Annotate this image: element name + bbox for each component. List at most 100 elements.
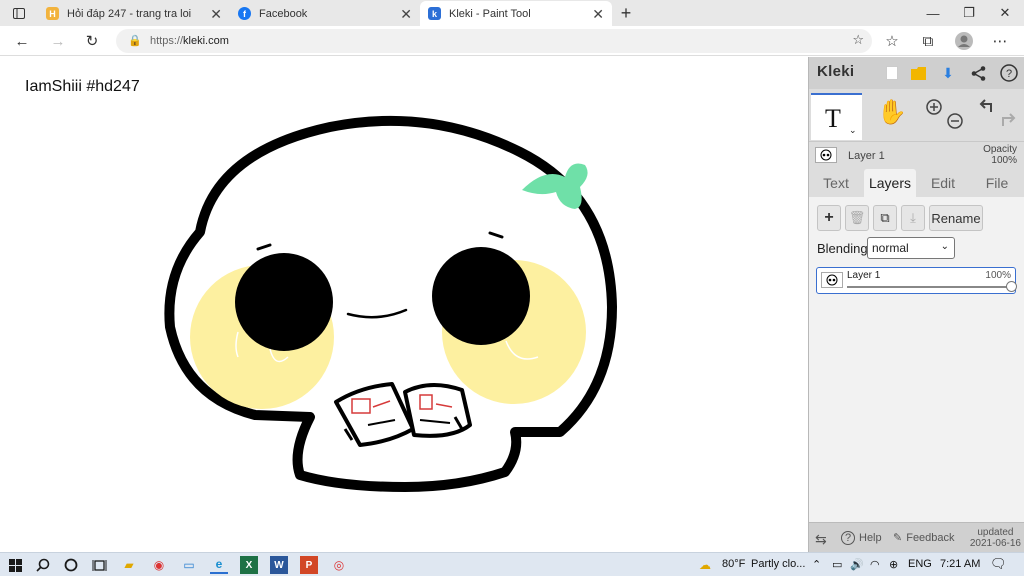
canvas-drawing bbox=[164, 115, 617, 492]
powerpoint-icon[interactable]: P bbox=[300, 556, 318, 574]
url-prefix: https:// bbox=[150, 35, 184, 47]
new-image-icon[interactable] bbox=[881, 63, 903, 83]
feedback-link[interactable]: ✎ Feedback bbox=[893, 531, 955, 545]
drawing-canvas[interactable]: IamShiii #hd247 bbox=[0, 57, 808, 552]
zoom-tools bbox=[925, 98, 967, 135]
monitor-app-icon[interactable]: ▭ bbox=[180, 556, 198, 574]
layer-list-item[interactable]: Layer 1 100% bbox=[816, 267, 1017, 294]
weather-icon[interactable]: ☁ bbox=[696, 556, 714, 574]
restore-icon[interactable]: ❐ bbox=[958, 4, 980, 22]
help-label: Help bbox=[859, 532, 882, 544]
tab-text[interactable]: Text bbox=[813, 169, 859, 197]
tab-file[interactable]: File bbox=[973, 169, 1021, 197]
battery-icon[interactable]: ▭ bbox=[832, 558, 842, 571]
sidebar-tabs: Text Layers Edit File bbox=[809, 169, 1024, 197]
close-icon[interactable]: ✕ bbox=[210, 6, 222, 23]
undo-icon bbox=[979, 99, 992, 112]
text-tool-button[interactable]: T ⌄ bbox=[811, 93, 862, 140]
lock-icon: 🔒 bbox=[128, 35, 142, 47]
more-menu-icon[interactable]: ⋯ bbox=[990, 31, 1010, 51]
tab-layers[interactable]: Layers bbox=[864, 169, 916, 197]
language-indicator[interactable]: ENG bbox=[908, 558, 932, 570]
weather-temp[interactable]: 80°F bbox=[722, 558, 745, 570]
close-icon[interactable]: ✕ bbox=[400, 6, 412, 23]
search-icon[interactable] bbox=[34, 556, 52, 574]
tab-actions-icon[interactable] bbox=[8, 4, 30, 22]
blending-select[interactable]: normal ⌄ bbox=[867, 237, 955, 259]
browser-nav-bar: ← → ↻ 🔒 https://kleki.com ☆ ☆ ⧉ ⋯ bbox=[0, 26, 1024, 56]
tab-edit[interactable]: Edit bbox=[921, 169, 965, 197]
download-icon[interactable]: ⬇ bbox=[937, 63, 959, 83]
add-favorite-icon[interactable]: ☆ bbox=[852, 32, 864, 48]
new-tab-icon[interactable]: + bbox=[615, 3, 637, 23]
forward-icon[interactable]: → bbox=[48, 31, 68, 51]
redo-icon bbox=[1002, 113, 1016, 126]
kleki-logo[interactable]: Kleki bbox=[817, 63, 854, 80]
network-icon[interactable]: ⊕ bbox=[889, 558, 898, 571]
layer-preview-row: Layer 1 Opacity 100% bbox=[809, 141, 1024, 169]
layer-opacity-slider[interactable] bbox=[847, 281, 1017, 292]
add-layer-button[interactable]: + bbox=[817, 205, 841, 231]
preview-opacity: Opacity 100% bbox=[983, 144, 1017, 166]
notifications-icon[interactable]: 🗨 bbox=[990, 556, 1007, 572]
hand-tool-icon[interactable]: ✋ bbox=[877, 98, 907, 127]
kleki-sidebar: Kleki ⬇ ? T ⌄ ✋ Layer 1 Opacity 100% Tex… bbox=[808, 57, 1024, 552]
tab-kleki[interactable]: k Kleki - Paint Tool ✕ bbox=[420, 1, 612, 26]
close-window-icon[interactable]: ✕ bbox=[994, 4, 1016, 22]
profile-avatar-icon[interactable] bbox=[954, 31, 974, 51]
help-icon[interactable]: ? bbox=[998, 63, 1020, 83]
windows-start-icon[interactable] bbox=[6, 556, 24, 574]
address-bar[interactable]: 🔒 https://kleki.com ☆ bbox=[116, 29, 872, 53]
chevron-up-icon[interactable]: ⌃ bbox=[812, 558, 821, 571]
blending-label: Blending bbox=[817, 241, 868, 256]
file-explorer-icon[interactable]: ▰ bbox=[120, 556, 138, 574]
tab-facebook[interactable]: f Facebook ✕ bbox=[230, 1, 420, 26]
delete-layer-button[interactable]: 🗑 bbox=[845, 205, 869, 231]
browser-tab-bar: H Hỏi đáp 247 - trang tra loi ✕ f Facebo… bbox=[0, 0, 1024, 26]
swap-side-icon[interactable]: ⇆ bbox=[815, 531, 827, 548]
word-icon[interactable]: W bbox=[270, 556, 288, 574]
share-icon[interactable] bbox=[967, 63, 989, 83]
duplicate-layer-button[interactable]: ⧉ bbox=[873, 205, 897, 231]
updated-label: updated bbox=[977, 527, 1014, 538]
weather-desc[interactable]: Partly clo... bbox=[751, 558, 805, 570]
updated-date: 2021-06-16 bbox=[969, 538, 1021, 549]
plus-icon: + bbox=[824, 209, 834, 226]
tab-title: Facebook bbox=[259, 7, 308, 20]
clock[interactable]: 7:21 AM bbox=[940, 558, 980, 570]
tab-title: Hỏi đáp 247 - trang tra loi bbox=[67, 7, 192, 20]
wifi-icon[interactable]: ◠ bbox=[870, 558, 880, 571]
text-tool-icon: T bbox=[825, 104, 841, 133]
cortana-icon[interactable] bbox=[62, 556, 80, 574]
updated-info: updated 2021-06-16 bbox=[970, 527, 1021, 549]
task-view-icon[interactable] bbox=[90, 556, 108, 574]
zoom-out-icon bbox=[947, 113, 963, 129]
open-folder-icon[interactable] bbox=[908, 63, 930, 83]
help-link[interactable]: ? Help bbox=[841, 531, 882, 545]
back-icon[interactable]: ← bbox=[12, 31, 32, 51]
layer-name: Layer 1 bbox=[847, 270, 881, 281]
app-icon[interactable]: ◉ bbox=[150, 556, 168, 574]
reload-icon[interactable]: ↻ bbox=[82, 31, 102, 51]
close-icon[interactable]: ✕ bbox=[592, 6, 604, 23]
minimize-icon[interactable]: — bbox=[922, 4, 944, 22]
opacity-label: Opacity bbox=[983, 144, 1017, 155]
chrome-icon[interactable]: ◎ bbox=[330, 556, 348, 574]
layer-opacity: 100% bbox=[985, 270, 1011, 281]
layers-panel: + 🗑 ⧉ ⤓ Rename Blending normal ⌄ Layer 1… bbox=[809, 197, 1024, 522]
chevron-down-icon[interactable]: ⌄ bbox=[849, 125, 857, 136]
merge-down-button[interactable]: ⤓ bbox=[901, 205, 925, 231]
excel-icon[interactable]: X bbox=[240, 556, 258, 574]
right-eye bbox=[432, 247, 530, 345]
kleki-icon: k bbox=[428, 7, 441, 20]
edge-icon[interactable]: e bbox=[210, 556, 228, 574]
preview-layer-name: Layer 1 bbox=[848, 150, 885, 162]
opacity-value: 100% bbox=[991, 155, 1017, 166]
favorites-icon[interactable]: ☆ bbox=[882, 31, 902, 51]
rename-button[interactable]: Rename bbox=[929, 205, 983, 231]
volume-icon[interactable]: 🔊 bbox=[850, 558, 864, 571]
slider-handle[interactable] bbox=[1006, 281, 1017, 292]
sidebar-header: Kleki ⬇ ? bbox=[809, 57, 1024, 89]
collections-icon[interactable]: ⧉ bbox=[918, 31, 938, 51]
tab-hoidap[interactable]: H Hỏi đáp 247 - trang tra loi ✕ bbox=[38, 1, 230, 26]
